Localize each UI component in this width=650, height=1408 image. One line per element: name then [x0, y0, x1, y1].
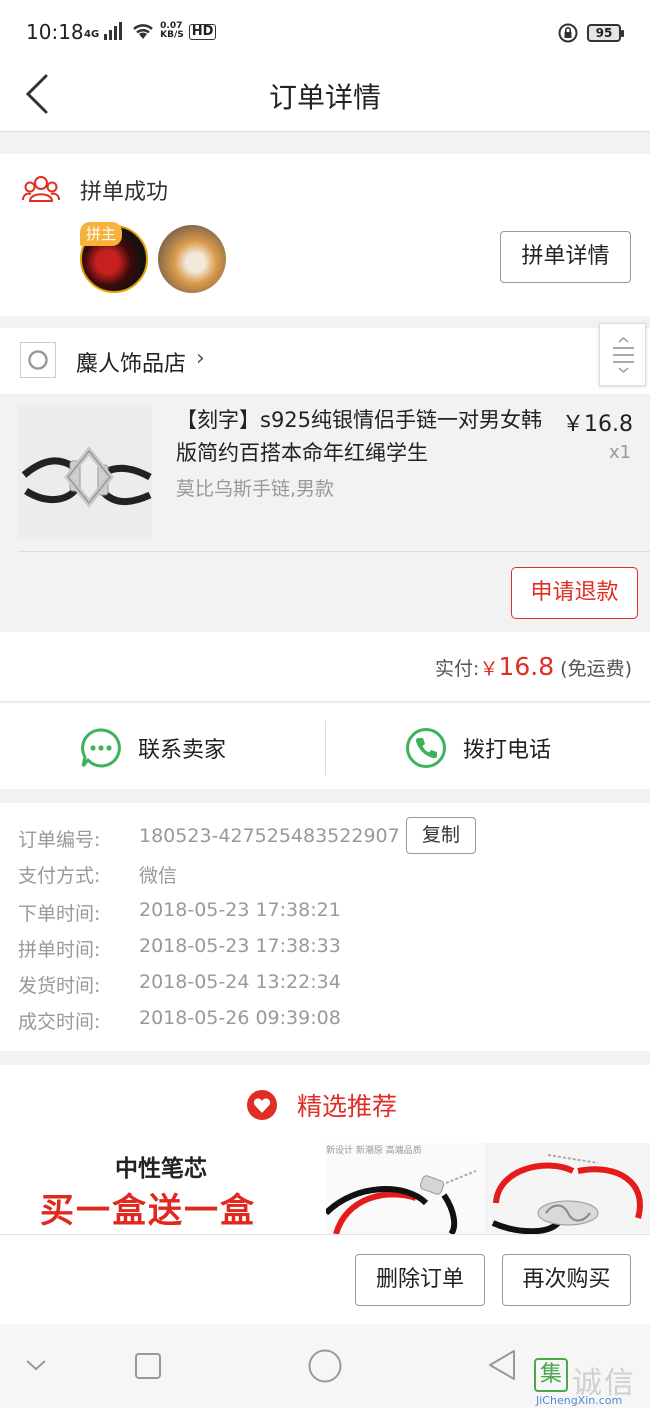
watermark-url: JiChengXin.com	[536, 1394, 623, 1407]
rebuy-button[interactable]: 再次购买	[502, 1254, 631, 1306]
rotation-lock-icon	[558, 23, 578, 43]
product-price: ￥16.8	[562, 412, 633, 437]
product-quantity: x1	[609, 442, 632, 463]
product-title: 【刻字】s925纯银情侣手链一对男女韩版简约百搭本命年红绳学生	[176, 408, 543, 465]
phone-icon	[406, 728, 446, 768]
back-nav-icon[interactable]	[486, 1348, 518, 1382]
watermark-mark: 集	[534, 1358, 568, 1392]
recommend-item[interactable]	[488, 1143, 650, 1234]
info-row-order-time: 下单时间: 2018-05-23 17:38:21	[18, 899, 341, 926]
chevron-right-icon: ›	[196, 346, 205, 371]
info-label: 成交时间:	[18, 1011, 101, 1033]
info-label: 下单时间:	[18, 903, 101, 925]
contact-seller-label: 联系卖家	[138, 738, 227, 763]
net-speed-unit: KB/S	[160, 30, 184, 40]
bracelet-image	[326, 1170, 477, 1234]
group-status-label: 拼单成功	[80, 180, 169, 205]
hd-label: HD	[188, 24, 217, 40]
order-time: 2018-05-23 17:38:21	[139, 899, 341, 921]
deal-time: 2018-05-26 09:39:08	[139, 1007, 341, 1029]
contact-bar: 联系卖家 拨打电话	[0, 703, 650, 789]
recommend-header: 精选推荐	[0, 1065, 650, 1143]
watermark: 集 诚信 JiChengXin.com	[530, 1356, 650, 1408]
recommend-title: 精选推荐	[0, 1087, 650, 1123]
shop-header[interactable]: 麋人饰品店 ›	[0, 328, 650, 394]
network-type-label: 4G	[84, 29, 100, 40]
chat-bubble-icon	[81, 728, 121, 768]
recommend-item[interactable]: 新设计 新潮原 高端品质	[326, 1143, 486, 1234]
home-icon[interactable]	[307, 1348, 343, 1384]
status-bar: 10:18 4G 0.07 KB/S HD 95	[0, 0, 650, 64]
info-row-deal-time: 成交时间: 2018-05-26 09:39:08	[18, 1007, 341, 1034]
shop-name: 麋人饰品店	[76, 352, 187, 377]
paid-currency: ￥	[479, 658, 499, 680]
info-row-order-number: 订单编号: 180523-427525483522907	[18, 825, 400, 852]
banner-headline: 中性笔芯	[115, 1156, 207, 1182]
avatar-member	[158, 225, 226, 293]
payment-method: 微信	[139, 865, 178, 887]
group-detail-button[interactable]: 拼单详情	[500, 231, 631, 283]
paid-label: 实付:	[435, 658, 480, 680]
refund-button[interactable]: 申请退款	[511, 567, 638, 619]
status-time: 10:18	[26, 20, 84, 44]
nav-bar: 订单详情	[0, 64, 650, 132]
info-label: 订单编号:	[18, 829, 101, 851]
call-phone-button[interactable]: 拨打电话	[405, 727, 551, 769]
banner-caption: 新设计 新潮原 高端品质	[326, 1146, 422, 1156]
delete-order-button[interactable]: 删除订单	[355, 1254, 485, 1306]
battery-indicator: 95	[587, 24, 624, 42]
product-item[interactable]: 【刻字】s925纯银情侣手链一对男女韩版简约百搭本命年红绳学生 ￥16.8 x1…	[0, 394, 650, 632]
shipping-note: (免运费)	[560, 658, 632, 680]
info-row-payment-method: 支付方式: 微信	[18, 861, 177, 888]
ship-time: 2018-05-24 13:22:34	[139, 971, 341, 993]
page-title: 订单详情	[268, 81, 381, 114]
payment-summary: 实付:￥16.8 (免运费)	[0, 632, 650, 702]
bottom-action-bar: 删除订单 再次购买	[0, 1234, 650, 1324]
network-indicators: 4G 0.07 KB/S HD	[84, 22, 217, 40]
bracelet-image	[491, 1154, 643, 1234]
group-time: 2018-05-23 17:38:33	[139, 935, 341, 957]
hide-nav-icon[interactable]	[24, 1358, 48, 1372]
product-image	[18, 405, 152, 539]
call-phone-label: 拨打电话	[463, 738, 552, 763]
paid-amount: 16.8	[498, 652, 555, 681]
copy-button[interactable]: 复制	[406, 817, 476, 854]
group-icon	[22, 176, 60, 202]
banner-promo: 买一盒送一盒	[40, 1191, 256, 1231]
info-row-ship-time: 发货时间: 2018-05-24 13:22:34	[18, 971, 341, 998]
info-label: 拼单时间:	[18, 939, 101, 961]
divider	[18, 551, 650, 552]
info-label: 支付方式:	[18, 865, 101, 887]
recents-icon[interactable]	[134, 1352, 162, 1380]
info-label: 发货时间:	[18, 975, 101, 997]
recommend-title-text: 精选推荐	[296, 1092, 397, 1121]
host-badge: 拼主	[80, 222, 123, 246]
menu-lines-icon	[613, 336, 634, 374]
floating-menu-button[interactable]	[599, 323, 646, 386]
order-number: 180523-427525483522907	[139, 825, 400, 847]
order-info: 订单编号: 180523-427525483522907 复制 支付方式: 微信…	[0, 803, 650, 1051]
signal-icon	[104, 22, 123, 40]
shop-logo	[20, 342, 56, 378]
product-spec: 莫比乌斯手链,男款	[176, 478, 335, 500]
wifi-icon	[133, 24, 154, 39]
contact-divider	[325, 721, 326, 775]
info-row-group-time: 拼单时间: 2018-05-23 17:38:33	[18, 935, 341, 962]
recommend-item[interactable]: 中性笔芯 买一盒送一盒	[0, 1143, 326, 1234]
contact-seller-button[interactable]: 联系卖家	[80, 727, 226, 769]
